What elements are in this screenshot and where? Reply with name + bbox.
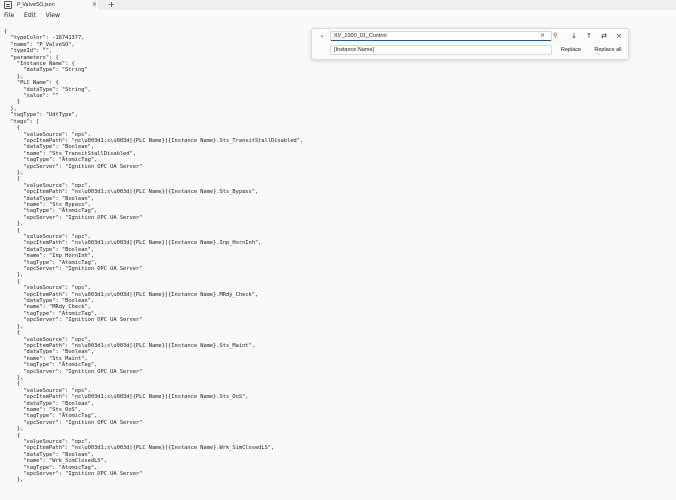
code-line: "opcServer": "Ignition OPC UA Server" xyxy=(4,266,143,273)
code-line: "typeId": "", xyxy=(4,48,53,55)
code-line: }, xyxy=(4,272,24,279)
code-line: { xyxy=(4,227,21,234)
code-line: "opcItemPath": "ns\u003d1;s\u003d[{PLC N… xyxy=(4,394,249,401)
code-line: }, xyxy=(4,323,24,330)
code-line: "opcServer": "Ignition OPC UA Server" xyxy=(4,163,143,170)
code-line: "opcItemPath": "ns\u003d1;s\u003d[{PLC N… xyxy=(4,137,304,144)
code-line: "opcServer": "Ignition OPC UA Server" xyxy=(4,471,143,478)
code-line: "tagType": "AtomicTag", xyxy=(4,259,98,266)
code-line: "dataType": "String" xyxy=(4,67,88,74)
menu-file[interactable]: File xyxy=(4,10,14,22)
clear-icon[interactable]: × xyxy=(540,31,545,41)
code-line: "tagType": "UdtType", xyxy=(4,112,78,119)
code-line: "opcServer": "Ignition OPC UA Server" xyxy=(4,214,143,221)
code-line: "dataType": "Boolean", xyxy=(4,195,95,202)
code-line: "name": "Inp_HornInh", xyxy=(4,253,95,260)
code-line: }, xyxy=(4,169,24,176)
code-line: "name": "P_ValveSO", xyxy=(4,41,75,48)
code-line: "dataType": "Boolean", xyxy=(4,246,95,253)
code-line: "typeColor": -16741377, xyxy=(4,35,85,42)
new-tab-icon[interactable]: + xyxy=(108,0,115,10)
code-line: "opcItemPath": "ns\u003d1;s\u003d[{PLC N… xyxy=(4,189,259,196)
find-replace-panel: ⌄ × ⚲ ↓ ↑ ⇄ × Replace Replace all xyxy=(311,28,629,60)
code-line: "name": "Sts_Bypass", xyxy=(4,201,91,208)
code-line: "tagType": "AtomicTag", xyxy=(4,310,98,317)
code-line: "opcItemPath": "ns\u003d1;s\u003d[{PLC N… xyxy=(4,291,259,298)
find-input[interactable] xyxy=(330,31,552,41)
code-line: { xyxy=(4,125,21,132)
code-line: "opcServer": "Ignition OPC UA Server" xyxy=(4,317,143,324)
code-line: "valueSource": "opc", xyxy=(4,439,91,445)
code-line: "valueSource": "opc", xyxy=(4,182,91,189)
code-line: "dataType": "Boolean", xyxy=(4,144,95,151)
replace-input[interactable] xyxy=(330,45,552,55)
replace-all-button[interactable]: Replace all xyxy=(592,45,624,55)
editor-content[interactable]: { "typeColor": -16741377, "name": "P_Val… xyxy=(4,29,303,484)
code-line: "dataType": "String", xyxy=(4,86,91,93)
code-line: "opcServer": "Ignition OPC UA Server" xyxy=(4,368,143,375)
menu-edit[interactable]: Edit xyxy=(24,10,36,22)
code-line: }, xyxy=(4,426,24,433)
menu-bar: File Edit View xyxy=(0,10,676,22)
code-line: "dataType": "Boolean", xyxy=(4,349,95,356)
code-line: "tagType": "AtomicTag", xyxy=(4,464,98,471)
menu-view[interactable]: View xyxy=(46,10,60,22)
code-line: { xyxy=(4,330,21,337)
code-line: { xyxy=(4,278,21,285)
code-line: }, xyxy=(4,374,24,381)
replace-button[interactable]: Replace xyxy=(558,45,584,55)
notepad-icon xyxy=(4,1,12,9)
code-line: "tagType": "AtomicTag", xyxy=(4,362,98,369)
code-line: "valueSource": "opc", xyxy=(4,387,91,394)
code-line: { xyxy=(4,176,21,183)
code-line: "Instance Name": { xyxy=(4,61,75,68)
code-line: "opcItemPath": "ns\u003d1;s\u003d[{PLC N… xyxy=(4,342,255,349)
code-line: }, xyxy=(4,477,24,484)
chevron-down-icon[interactable]: ⌄ xyxy=(317,31,327,41)
code-line: "opcItemPath": "ns\u003d1;s\u003d[{PLC N… xyxy=(4,445,275,452)
code-line: "value": "" xyxy=(4,93,59,100)
code-line: }, xyxy=(4,73,24,80)
previous-match-icon[interactable]: ↑ xyxy=(584,31,594,41)
code-line: "valueSource": "opc", xyxy=(4,285,91,292)
code-line: "dataType": "Boolean", xyxy=(4,400,95,407)
tab-file[interactable]: P_ValveSO.json × xyxy=(0,0,98,10)
code-line: }, xyxy=(4,105,17,112)
code-line: "tags": [ xyxy=(4,118,40,125)
search-options-icon[interactable]: ⇄ xyxy=(599,31,609,41)
code-line: "dataType": "Boolean", xyxy=(4,298,95,305)
code-line: { xyxy=(4,29,8,35)
code-line: "valueSource": "opc", xyxy=(4,234,91,240)
search-icon[interactable]: ⚲ xyxy=(553,31,557,41)
code-line: "dataType": "Boolean", xyxy=(4,451,95,458)
code-line: { xyxy=(4,381,21,388)
code-line: "tagType": "AtomicTag", xyxy=(4,413,98,420)
code-line: "valueSource": "opc", xyxy=(4,336,91,343)
code-line: "tagType": "AtomicTag", xyxy=(4,157,98,164)
code-line: } xyxy=(4,99,21,106)
tab-title: P_ValveSO.json xyxy=(17,2,55,8)
code-line: }, xyxy=(4,221,24,228)
close-tab-icon[interactable]: × xyxy=(92,0,97,10)
code-line: { xyxy=(4,432,21,439)
code-line: "name": "MRdy_Check", xyxy=(4,304,91,311)
title-bar: P_ValveSO.json × + xyxy=(0,0,676,10)
code-line: "name": "Sts_TransitStallDisabled", xyxy=(4,150,136,157)
code-line: "name": "Sts_OoS", xyxy=(4,406,82,413)
code-line: "opcServer": "Ignition OPC UA Server" xyxy=(4,419,143,426)
code-line: "tagType": "AtomicTag", xyxy=(4,208,98,215)
next-match-icon[interactable]: ↓ xyxy=(569,31,579,41)
code-line: "name": "Wrk_SimClosedLS", xyxy=(4,458,107,465)
code-line: "opcItemPath": "ns\u003d1;s\u003d[{PLC N… xyxy=(4,240,262,247)
code-line: "name": "Sts_Maint", xyxy=(4,355,88,362)
text-editor[interactable]: { "typeColor": -16741377, "name": "P_Val… xyxy=(0,22,676,500)
code-line: "PLC Name": { xyxy=(4,80,59,87)
code-line: "valueSource": "opc", xyxy=(4,131,91,138)
code-line: "parameters": { xyxy=(4,54,59,61)
close-icon[interactable]: × xyxy=(614,31,624,41)
